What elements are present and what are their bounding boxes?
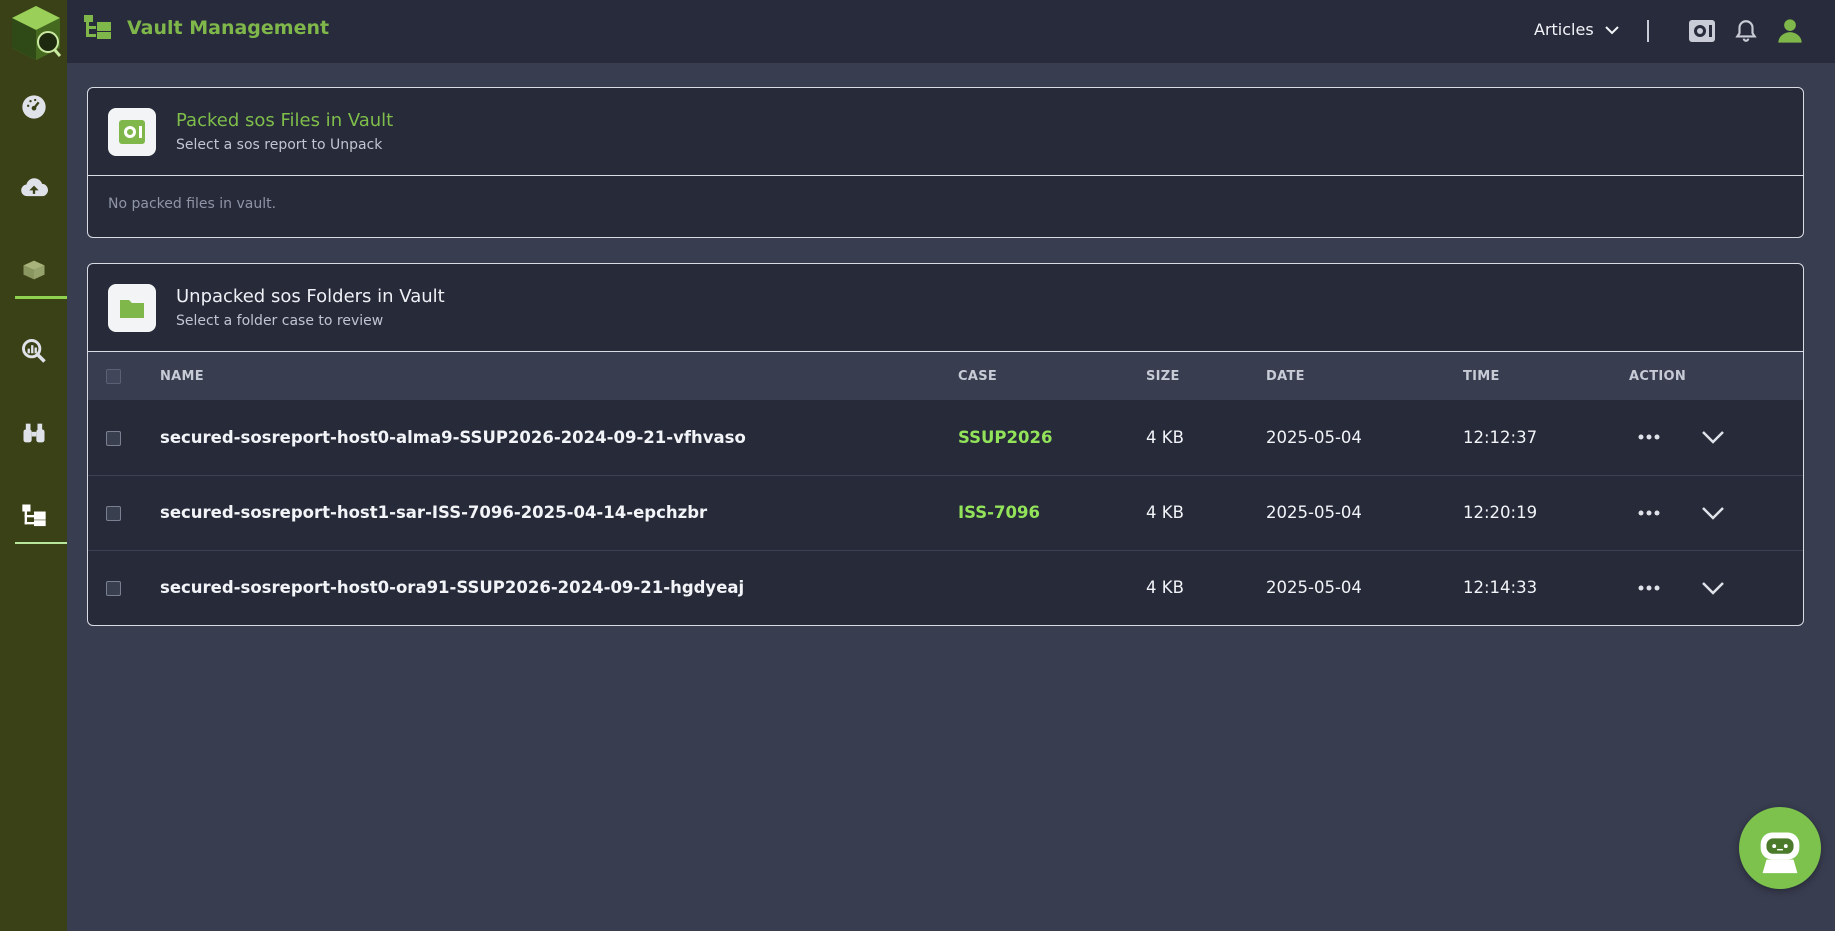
sidebar-item-packages[interactable]: [0, 235, 67, 305]
articles-label: Articles: [1534, 20, 1594, 39]
analytics-search-icon: [21, 339, 46, 363]
vault-tree-icon: [21, 504, 46, 527]
ellipsis-icon: [1638, 510, 1660, 515]
column-header-name[interactable]: NAME: [160, 352, 958, 400]
folder-size: 4 KB: [1146, 578, 1184, 598]
page-title: Vault Management: [127, 17, 330, 39]
articles-dropdown[interactable]: Articles: [1534, 20, 1620, 39]
folder-date: 2025-05-04: [1266, 578, 1362, 598]
vault-icon: [1689, 20, 1715, 42]
case-link[interactable]: ISS-7096: [958, 475, 1146, 550]
binoculars-icon: [23, 423, 44, 443]
sidebar-item-analyze[interactable]: [0, 316, 67, 386]
expand-row-button[interactable]: [1701, 430, 1725, 445]
folder-size: 4 KB: [1146, 427, 1184, 447]
ellipsis-icon: [1638, 434, 1660, 440]
folder-time: 12:20:19: [1463, 503, 1538, 522]
ellipsis-icon: [1638, 585, 1660, 591]
vault-icon: [119, 120, 145, 144]
sidebar: [0, 0, 67, 931]
column-header-action: ACTION: [1629, 368, 1687, 384]
cloud-upload-icon: [20, 178, 48, 197]
header-divider: [1647, 20, 1649, 42]
unpacked-folders-panel: Unpacked sos Folders in Vault Select a f…: [87, 263, 1804, 626]
row-checkbox[interactable]: [106, 430, 121, 446]
folder-name[interactable]: secured-sosreport-host0-ora91-SSUP2026-2…: [160, 550, 958, 625]
vault-tree-icon: [83, 13, 113, 41]
folder-name[interactable]: secured-sosreport-host0-alma9-SSUP2026-2…: [160, 400, 958, 475]
packed-empty-message: No packed files in vault.: [108, 196, 277, 212]
unpacked-panel-title: Unpacked sos Folders in Vault: [176, 286, 445, 307]
notifications-button[interactable]: [1731, 16, 1761, 46]
case-link[interactable]: [958, 550, 1146, 625]
folder-time: 12:12:37: [1463, 427, 1538, 447]
chevron-down-icon: [1702, 581, 1724, 595]
table-row[interactable]: secured-sosreport-host0-ora91-SSUP2026-2…: [88, 550, 1803, 625]
sidebar-item-upload[interactable]: [0, 153, 67, 223]
packed-panel-title: Packed sos Files in Vault: [176, 110, 394, 131]
unpacked-folders-table: NAME CASE SIZE DATE TIME ACTION secured-…: [88, 352, 1803, 625]
chatbot-button[interactable]: [1739, 807, 1821, 889]
bell-icon: [1735, 20, 1757, 42]
folder-badge: [108, 284, 156, 332]
column-header-case[interactable]: CASE: [958, 352, 1146, 400]
sidebar-item-explore[interactable]: [0, 398, 67, 468]
app-logo[interactable]: [8, 4, 64, 62]
row-checkbox[interactable]: [106, 581, 121, 597]
table-row[interactable]: secured-sosreport-host1-sar-ISS-7096-202…: [88, 475, 1803, 550]
package-icon: [23, 260, 44, 280]
case-link[interactable]: SSUP2026: [958, 400, 1146, 475]
dashboard-icon: [21, 95, 46, 119]
robot-icon: [1760, 832, 1800, 874]
sidebar-item-dashboard[interactable]: [0, 72, 67, 142]
expand-row-button[interactable]: [1701, 581, 1725, 595]
column-header-date[interactable]: DATE: [1266, 352, 1463, 400]
chevron-down-icon: [1702, 506, 1724, 520]
more-options-button[interactable]: [1637, 433, 1661, 441]
folder-icon: [120, 300, 144, 318]
packed-files-panel: Packed sos Files in Vault Select a sos r…: [87, 87, 1804, 238]
folder-time: 12:14:33: [1463, 578, 1538, 598]
folder-date: 2025-05-04: [1266, 427, 1362, 447]
sidebar-item-vault[interactable]: [0, 480, 67, 550]
expand-row-button[interactable]: [1701, 506, 1725, 520]
chevron-down-icon: [1604, 25, 1619, 34]
packed-panel-subtitle: Select a sos report to Unpack: [176, 137, 383, 153]
folder-name[interactable]: secured-sosreport-host1-sar-ISS-7096-202…: [160, 475, 958, 550]
user-icon: [1778, 19, 1802, 43]
top-header: Vault Management Articles: [67, 0, 1835, 63]
table-row[interactable]: secured-sosreport-host0-alma9-SSUP2026-2…: [88, 400, 1803, 475]
select-all-checkbox[interactable]: [106, 368, 121, 384]
user-menu-button[interactable]: [1775, 16, 1805, 46]
unpacked-panel-header: Unpacked sos Folders in Vault Select a f…: [88, 264, 1803, 352]
unpacked-panel-subtitle: Select a folder case to review: [176, 313, 384, 329]
folder-size: 4 KB: [1146, 503, 1184, 522]
more-options-button[interactable]: [1637, 584, 1661, 592]
chevron-down-icon: [1702, 431, 1724, 445]
vault-button[interactable]: [1687, 16, 1717, 46]
folder-date: 2025-05-04: [1266, 503, 1362, 522]
vault-badge: [108, 108, 156, 156]
column-header-time[interactable]: TIME: [1463, 352, 1629, 400]
more-options-button[interactable]: [1637, 509, 1661, 517]
table-header-row: NAME CASE SIZE DATE TIME ACTION: [88, 352, 1803, 400]
row-checkbox[interactable]: [106, 506, 121, 521]
column-header-size[interactable]: SIZE: [1146, 352, 1266, 400]
packed-panel-header: Packed sos Files in Vault Select a sos r…: [88, 88, 1803, 176]
